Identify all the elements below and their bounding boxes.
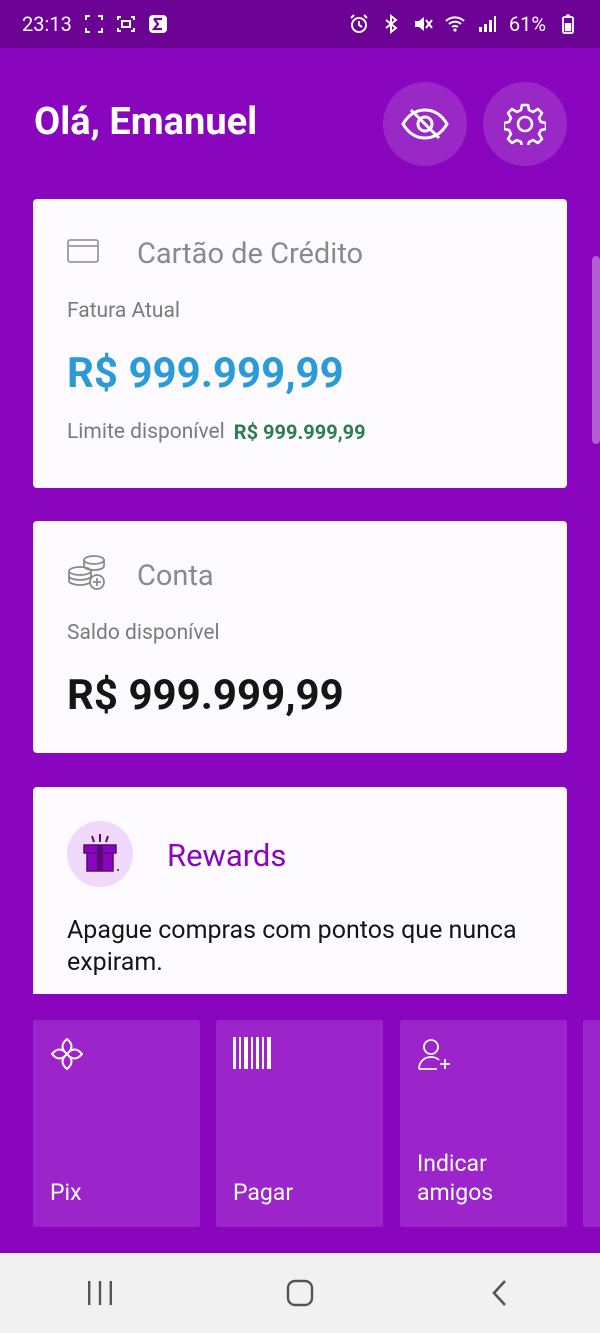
back-icon — [492, 1280, 506, 1306]
credit-card-card[interactable]: Cartão de Crédito Fatura Atual R$ 999.99… — [33, 199, 567, 488]
indicar-amigos-label: Indicar amigos — [417, 1150, 494, 1206]
pix-shortcut[interactable]: Pix — [33, 1020, 200, 1227]
gear-icon — [504, 103, 546, 145]
account-title: Conta — [137, 559, 214, 593]
greeting-title: Olá, Emanuel — [34, 100, 258, 144]
gift-icon — [83, 834, 119, 872]
app-notification-icon — [148, 15, 167, 33]
pix-icon — [50, 1037, 84, 1071]
settings-button[interactable] — [483, 82, 567, 166]
account-card[interactable]: Conta Saldo disponível R$ 999.999,99 — [33, 521, 567, 753]
pix-label: Pix — [50, 1179, 82, 1206]
scroll-indicator[interactable] — [592, 256, 600, 444]
credit-card-icon — [67, 239, 99, 263]
alarm-icon — [350, 14, 368, 33]
wifi-icon — [445, 16, 465, 32]
home-icon — [286, 1279, 314, 1307]
rewards-title: Rewards — [167, 837, 287, 874]
limit-row: Limite disponível R$ 999.999,99 — [67, 420, 366, 444]
recent-apps-icon — [88, 1281, 112, 1305]
android-navigation-bar — [0, 1253, 600, 1333]
bluetooth-icon — [385, 14, 398, 34]
home-button[interactable] — [270, 1263, 330, 1323]
invoice-amount: R$ 999.999,99 — [67, 349, 344, 398]
add-person-icon — [418, 1039, 450, 1070]
battery-icon — [562, 14, 574, 34]
status-time: 23:13 — [22, 12, 72, 36]
rewards-description: Apague compras com pontos que nunca expi… — [67, 916, 517, 977]
rewards-card[interactable]: Rewards Apague compras com pontos que nu… — [33, 787, 567, 994]
barcode-icon — [233, 1037, 271, 1069]
mute-icon — [414, 17, 433, 31]
balance-label: Saldo disponível — [67, 621, 220, 645]
status-bar: 23:13 61% — [0, 0, 600, 48]
limit-amount: R$ 999.999,99 — [233, 420, 366, 444]
eye-off-icon — [401, 108, 449, 140]
limit-label: Limite disponível — [67, 420, 225, 444]
screenshot-frame-icon — [84, 15, 103, 33]
back-button[interactable] — [470, 1263, 530, 1323]
screen-capture-icon — [116, 16, 135, 32]
status-right: 61% — [349, 12, 578, 36]
rewards-icon-badge — [67, 821, 133, 887]
pagar-label: Pagar — [233, 1179, 294, 1206]
indicar-amigos-shortcut[interactable]: Indicar amigos — [400, 1020, 567, 1227]
coins-icon — [68, 555, 105, 590]
next-shortcut-partial[interactable] — [583, 1020, 600, 1227]
status-left: 23:13 — [22, 12, 168, 36]
credit-card-title: Cartão de Crédito — [137, 237, 364, 271]
hide-values-button[interactable] — [383, 82, 467, 166]
balance-amount: R$ 999.999,99 — [67, 671, 344, 720]
signal-icon — [478, 16, 496, 32]
battery-percent: 61% — [508, 12, 546, 36]
recent-apps-button[interactable] — [70, 1263, 130, 1323]
invoice-label: Fatura Atual — [67, 299, 180, 323]
pagar-shortcut[interactable]: Pagar — [216, 1020, 383, 1227]
